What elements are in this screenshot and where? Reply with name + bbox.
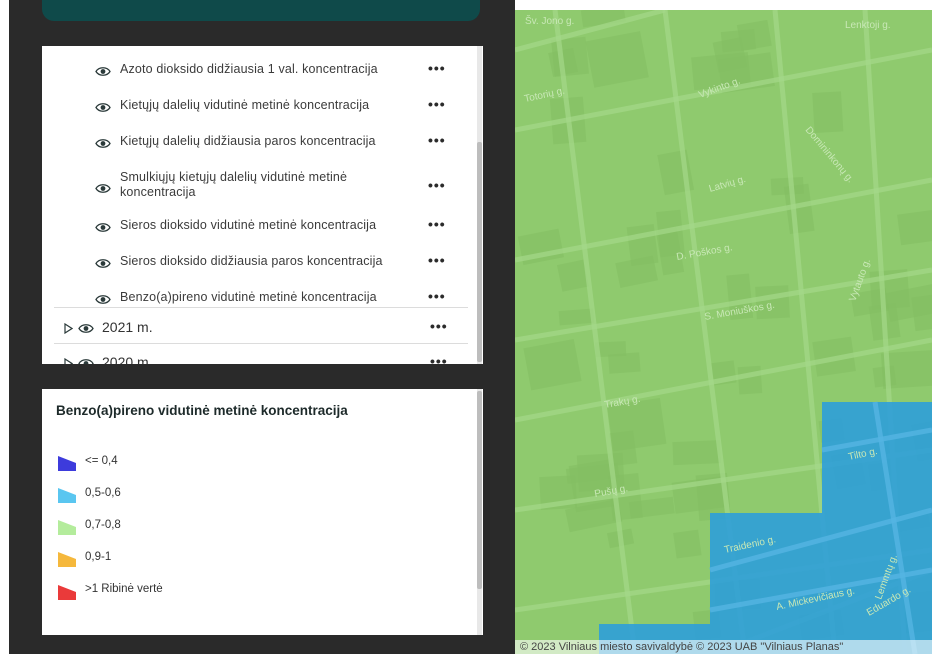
more-options-icon[interactable]: •••	[428, 61, 446, 75]
expand-caret-icon[interactable]	[64, 321, 74, 335]
building-block	[720, 28, 757, 53]
layer-item-label: Benzo(a)pireno vidutinė metinė koncentra…	[120, 290, 377, 304]
legend-scrollbar-thumb[interactable]	[477, 391, 482, 589]
header-bar	[42, 0, 480, 21]
legend-label: 0,9-1	[85, 551, 112, 563]
legend-swatch-2	[58, 520, 76, 535]
layer-divider	[54, 307, 468, 308]
legend-swatch-shape	[58, 520, 76, 535]
building-block	[673, 529, 702, 559]
layer-list-scrollbar-thumb[interactable]	[477, 142, 482, 362]
street-label: Latvių g.	[708, 174, 747, 195]
eye-icon[interactable]	[95, 100, 111, 112]
eye-icon[interactable]	[95, 256, 111, 268]
building-block	[626, 224, 659, 266]
layer-item[interactable]: Kietųjų dalelių didžiausia paros koncent…	[42, 130, 468, 154]
legend-swatch-shape	[58, 488, 76, 503]
more-options-icon[interactable]: •••	[428, 217, 446, 231]
street-label: Šv. Jono g.	[525, 14, 574, 27]
eye-icon[interactable]	[95, 292, 111, 304]
eye-icon[interactable]	[95, 220, 111, 232]
building-block	[523, 339, 582, 391]
building-block	[556, 259, 589, 292]
building-block	[872, 365, 897, 388]
map-canvas[interactable]: Totorių g. Vykinto g.Domininkonų g.Latvių…	[515, 10, 932, 654]
layer-item-label: Kietųjų dalelių didžiausia paros koncent…	[120, 134, 376, 148]
legend-label: >1 Ribinė vertė	[85, 583, 163, 595]
layer-item[interactable]: Sieros dioksido vidutinė metinė koncentr…	[42, 214, 468, 238]
legend-swatch-0	[58, 456, 76, 471]
expand-caret-icon[interactable]	[64, 356, 74, 364]
layer-divider	[54, 343, 468, 344]
legend-swatch-4	[58, 585, 76, 600]
legend-swatch-shape	[58, 552, 76, 567]
eye-icon[interactable]	[78, 321, 94, 333]
layer-item[interactable]: Azoto dioksido didžiausia 1 val. koncent…	[42, 58, 468, 82]
more-options-icon[interactable]: •••	[430, 354, 448, 364]
layer-group[interactable]: 2020 m. •••	[42, 352, 468, 364]
map-attribution: © 2023 Vilniaus miesto savivaldybė © 202…	[515, 640, 932, 654]
street-label: D. Poškos g.	[676, 242, 734, 263]
more-options-icon[interactable]: •••	[428, 289, 446, 303]
more-options-icon[interactable]: •••	[428, 97, 446, 111]
building-block	[585, 31, 649, 88]
building-block	[770, 177, 804, 196]
layer-group[interactable]: 2021 m. •••	[42, 317, 468, 337]
street-label: Domininkonų g.	[803, 125, 856, 185]
eye-icon[interactable]	[95, 136, 111, 148]
legend-label: <= 0,4	[85, 455, 118, 467]
legend-swatch-3	[58, 552, 76, 567]
building-block	[672, 440, 721, 466]
eye-icon[interactable]	[78, 356, 94, 364]
layer-group-label: 2020 m.	[102, 354, 153, 364]
layer-item[interactable]: Smulkiųjų kietųjų dalelių vidutinė metin…	[42, 166, 468, 208]
more-options-icon[interactable]: •••	[428, 133, 446, 147]
building-block	[737, 365, 763, 395]
more-options-icon[interactable]: •••	[430, 319, 448, 333]
layer-item-label: Kietųjų dalelių vidutinė metinė koncentr…	[120, 98, 370, 112]
layer-item-label: Azoto dioksido didžiausia 1 val. koncent…	[120, 62, 378, 76]
eye-icon[interactable]	[95, 64, 111, 76]
building-block	[812, 91, 844, 134]
legend-title: Benzo(a)pireno vidutinė metinė koncentra…	[56, 403, 348, 418]
layer-group-label: 2021 m.	[102, 319, 153, 335]
layer-item-label: Sieros dioksido didžiausia paros koncent…	[120, 254, 383, 268]
more-options-icon[interactable]: •••	[428, 253, 446, 267]
building-block	[558, 308, 595, 326]
layer-list-panel: Azoto dioksido didžiausia 1 val. koncent…	[42, 46, 483, 364]
layer-item[interactable]: Sieros dioksido didžiausia paros koncent…	[42, 250, 468, 274]
layer-item-label: Sieros dioksido vidutinė metinė koncentr…	[120, 218, 377, 232]
layer-item[interactable]: Kietųjų dalelių vidutinė metinė koncentr…	[42, 94, 468, 118]
legend-swatch-shape	[58, 585, 76, 600]
legend-label: 0,5-0,6	[85, 487, 121, 499]
street-label: Lenktoji g.	[845, 20, 891, 31]
layer-item-label: Smulkiųjų kietųjų dalelių vidutinė metin…	[120, 170, 348, 199]
eye-icon[interactable]	[95, 181, 111, 193]
legend-panel: Benzo(a)pireno vidutinė metinė koncentra…	[42, 389, 483, 635]
legend-swatch-1	[58, 488, 76, 503]
legend-label: 0,7-0,8	[85, 519, 121, 531]
building-block	[897, 210, 932, 246]
legend-swatch-shape	[58, 456, 76, 471]
map-view[interactable]: Totorių g. Vykinto g. Domininkonų g. Latvių…	[515, 10, 932, 654]
more-options-icon[interactable]: •••	[428, 178, 446, 192]
